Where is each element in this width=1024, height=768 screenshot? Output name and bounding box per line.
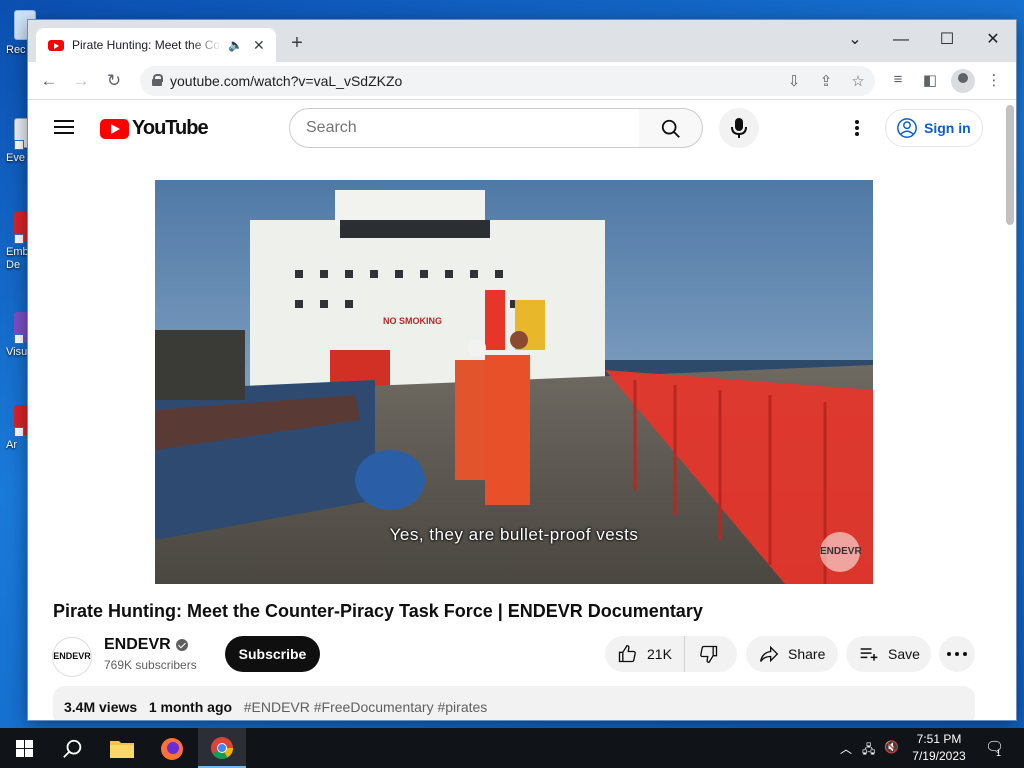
description-box[interactable]: 3.4M views 1 month ago #ENDEVR #FreeDocu… xyxy=(53,686,975,720)
lock-icon[interactable] xyxy=(152,74,163,86)
reload-icon[interactable]: ↻ xyxy=(101,68,127,94)
forward-arrow-icon[interactable]: → xyxy=(68,68,94,94)
search-box[interactable] xyxy=(289,108,640,148)
tab-title: Pirate Hunting: Meet the Counter-Piracy … xyxy=(72,38,222,52)
share-arrow-icon xyxy=(760,645,779,663)
like-count: 21K xyxy=(647,646,672,662)
new-tab-button[interactable]: + xyxy=(286,32,308,55)
taskbar-search-button[interactable] xyxy=(48,728,96,768)
video-title: Pirate Hunting: Meet the Counter-Piracy … xyxy=(53,601,703,621)
url-text[interactable]: youtube.com/watch?v=vaL_vSdZKZo xyxy=(170,73,402,89)
back-arrow-icon[interactable]: ← xyxy=(36,68,62,94)
shortcut-arrow-icon xyxy=(14,427,24,437)
minimize-button[interactable]: — xyxy=(881,26,921,54)
channel-avatar[interactable]: ENDEVR xyxy=(52,637,92,677)
title-bar: Pirate Hunting: Meet the Counter-Piracy … xyxy=(28,20,1016,62)
svg-text:NO SMOKING: NO SMOKING xyxy=(383,316,442,326)
thumbs-down-icon xyxy=(700,645,718,664)
taskbar-chrome[interactable] xyxy=(198,728,246,768)
desktop-icon-ar[interactable]: Ar xyxy=(0,405,36,475)
video-frame: NO SMOKING xyxy=(155,180,873,584)
desktop-icon-recycle-bin[interactable]: Rec xyxy=(0,10,36,80)
tray-chevron-icon[interactable]: ︿ xyxy=(840,740,852,757)
install-icon[interactable]: ⇩ xyxy=(784,72,804,90)
sign-in-button[interactable]: Sign in xyxy=(885,109,983,147)
search-icon xyxy=(661,119,680,138)
close-tab-icon[interactable]: ✕ xyxy=(253,37,265,54)
star-icon[interactable]: ☆ xyxy=(848,72,868,90)
chrome-icon xyxy=(211,737,233,759)
folder-icon xyxy=(110,741,134,758)
thumbs-up-icon xyxy=(618,644,636,663)
kebab-menu-icon[interactable]: ⋮ xyxy=(983,71,1005,89)
video-caption: Yes, they are bullet-proof vests xyxy=(389,525,639,544)
subscriber-count: 769K subscribers xyxy=(104,658,197,672)
youtube-play-icon xyxy=(100,118,129,139)
tab-search-icon[interactable]: ⌄ xyxy=(835,26,875,54)
more-actions-button[interactable] xyxy=(939,636,975,672)
channel-name[interactable]: ENDEVR xyxy=(104,636,171,654)
windows-logo-icon xyxy=(16,740,33,757)
start-button[interactable] xyxy=(0,728,48,768)
desktop-icon-embedded[interactable]: Emb De xyxy=(0,212,36,282)
taskbar-file-explorer[interactable] xyxy=(98,728,146,768)
shortcut-arrow-icon xyxy=(14,234,24,244)
clock-time: 7:51 PM xyxy=(916,732,962,746)
address-bar[interactable]: youtube.com/watch?v=vaL_vSdZKZo ⇩ ⇪ ☆ xyxy=(140,66,875,96)
browser-window: Pirate Hunting: Meet the Counter-Piracy … xyxy=(28,20,1016,720)
settings-menu-icon[interactable] xyxy=(846,118,866,138)
shortcut-arrow-icon xyxy=(14,334,24,344)
page-scrollbar[interactable] xyxy=(1006,105,1014,225)
like-button[interactable]: 21K xyxy=(605,636,685,672)
profile-icon[interactable] xyxy=(951,69,975,93)
verified-badge-icon xyxy=(175,639,188,651)
account-icon xyxy=(897,118,917,138)
desktop-icon-label: Emb De xyxy=(6,246,29,271)
desktop-icon-event[interactable]: Eve xyxy=(0,118,36,188)
search-icon xyxy=(63,739,82,758)
media-icon[interactable]: ≡ xyxy=(887,71,909,88)
share-icon[interactable]: ⇪ xyxy=(816,72,836,90)
channel-name-row[interactable]: ENDEVR xyxy=(104,636,188,654)
desktop-icon-visual[interactable]: Visu xyxy=(0,312,36,382)
like-dislike-group: 21K xyxy=(605,636,737,672)
browser-toolbar: ← → ↻ youtube.com/watch?v=vaL_vSdZKZo ⇩ … xyxy=(28,62,1016,100)
view-count: 3.4M views xyxy=(64,699,138,715)
microphone-icon xyxy=(731,118,747,138)
search-input[interactable] xyxy=(306,119,626,137)
volume-muted-icon[interactable]: 🔇 xyxy=(884,740,899,754)
save-button[interactable]: Save xyxy=(846,636,931,672)
speaker-icon[interactable]: 🔈 xyxy=(228,38,243,52)
system-clock[interactable]: 7:51 PM 7/19/2023 xyxy=(906,731,972,765)
playlist-add-icon xyxy=(860,648,878,661)
shortcut-arrow-icon xyxy=(14,140,24,150)
taskbar-firefox[interactable] xyxy=(148,728,196,768)
search-button[interactable] xyxy=(639,108,703,148)
clock-date: 7/19/2023 xyxy=(912,749,966,763)
browser-tab[interactable]: Pirate Hunting: Meet the Counter-Piracy … xyxy=(36,28,276,62)
channel-watermark: ENDEVR xyxy=(820,532,862,572)
youtube-favicon-icon xyxy=(48,39,64,51)
hashtags[interactable]: #ENDEVR #FreeDocumentary #pirates xyxy=(244,699,488,715)
network-icon[interactable]: 🖧 xyxy=(862,740,875,761)
video-player[interactable]: NO SMOKING Yes, they are bullet-proof ve… xyxy=(155,180,873,584)
video-metadata: 3.4M views 1 month ago #ENDEVR #FreeDocu… xyxy=(64,699,487,715)
close-window-button[interactable]: ✕ xyxy=(973,26,1013,54)
voice-search-button[interactable] xyxy=(719,108,759,148)
dislike-button[interactable] xyxy=(685,636,737,672)
youtube-page: YouTube Sign in xyxy=(28,101,1016,720)
share-button[interactable]: Share xyxy=(746,636,838,672)
notification-count: 1 xyxy=(996,748,1002,758)
sidepanel-icon[interactable]: ◧ xyxy=(919,71,941,89)
notification-center-icon[interactable]: 🗨1 xyxy=(985,738,1009,758)
subscribe-button[interactable]: Subscribe xyxy=(225,636,320,672)
youtube-logo[interactable]: YouTube xyxy=(100,117,209,140)
taskbar: ︿ 🖧 🔇 7:51 PM 7/19/2023 🗨1 xyxy=(0,728,1024,768)
maximize-button[interactable]: ☐ xyxy=(927,26,967,54)
firefox-icon xyxy=(161,738,183,760)
hamburger-menu-icon[interactable] xyxy=(54,120,74,134)
upload-age: 1 month ago xyxy=(148,699,233,715)
